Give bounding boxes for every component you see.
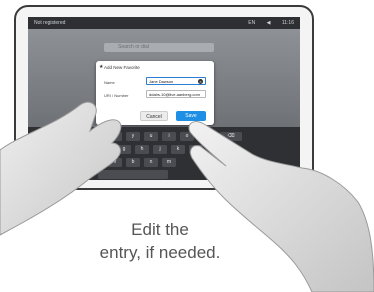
uri-field[interactable]: ddalrs.10@live.aanberg.com xyxy=(146,90,206,98)
name-field-value: Jane Dawson xyxy=(149,79,174,84)
key-i[interactable]: i xyxy=(162,132,176,141)
clock: 11:16 xyxy=(281,20,294,26)
star-icon: ★ xyxy=(99,64,104,70)
caption-line-1: Edit the xyxy=(131,220,189,239)
key-m[interactable]: m xyxy=(162,158,176,167)
status-bar: Not registered EN ◀ 11:16 xyxy=(28,17,300,29)
cancel-button[interactable]: Cancel xyxy=(140,111,168,121)
registration-status: Not registered xyxy=(34,20,66,26)
uri-field-value: ddalrs.10@live.aanberg.com xyxy=(149,92,200,97)
instruction-caption: Edit the entry, if needed. xyxy=(60,218,260,264)
language-indicator[interactable]: EN xyxy=(248,20,255,26)
search-field-background: Search or dial xyxy=(104,43,214,52)
right-hand-illustration xyxy=(188,121,374,292)
key-n[interactable]: n xyxy=(144,158,158,167)
key-j[interactable]: j xyxy=(153,145,167,154)
volume-icon[interactable]: ◀ xyxy=(267,20,271,26)
key-u[interactable]: u xyxy=(144,132,158,141)
name-label: Name xyxy=(104,80,115,85)
status-indicators: EN ◀ 11:16 xyxy=(238,17,294,29)
caption-line-2: entry, if needed. xyxy=(99,243,221,262)
name-field[interactable]: Jane Dawson × xyxy=(146,77,206,85)
dialog-title: Add New Favorite xyxy=(104,65,140,70)
clear-icon[interactable]: × xyxy=(198,79,203,84)
